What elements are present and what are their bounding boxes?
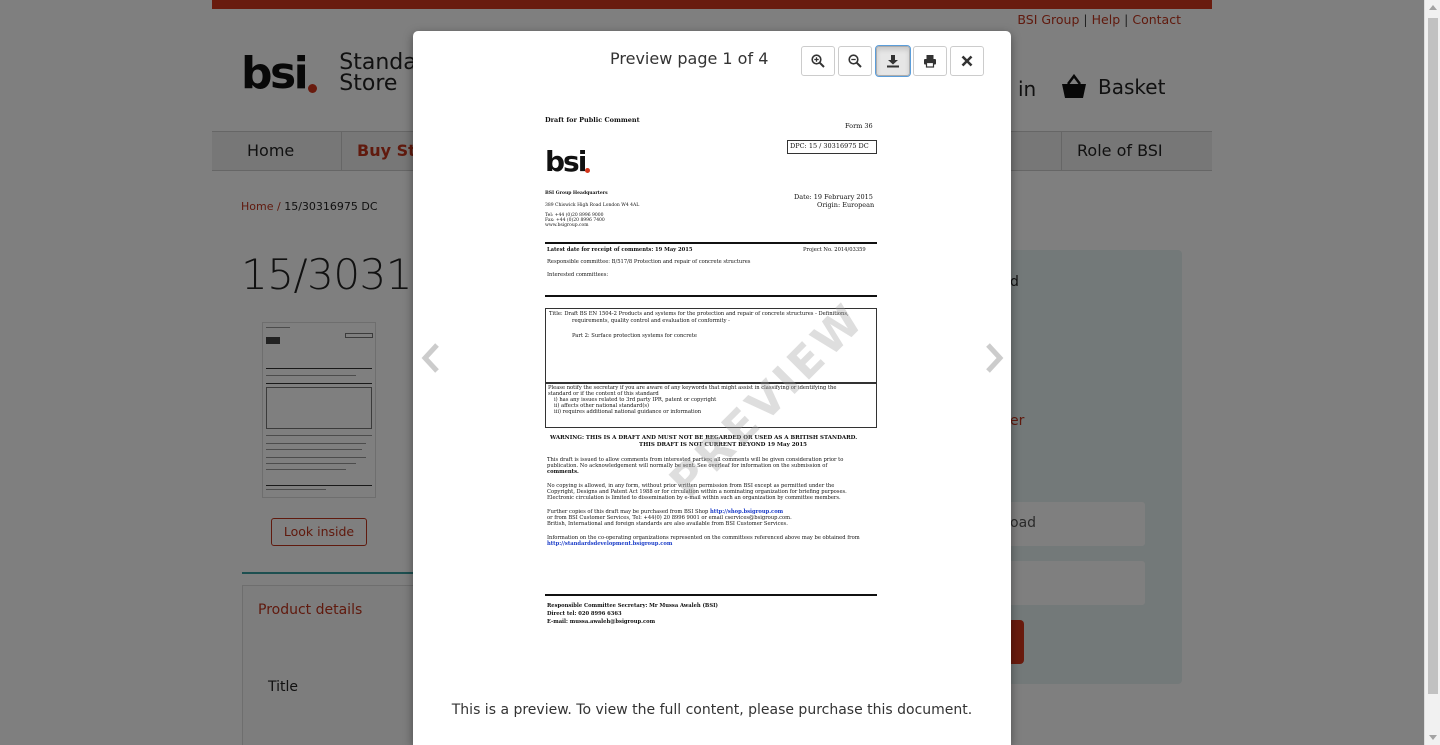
zoom-in-icon — [811, 54, 825, 68]
doc-rule — [545, 295, 877, 297]
print-button[interactable] — [913, 46, 947, 76]
doc-secretary: Responsible Committee Secretary: Mr Muss… — [547, 603, 718, 609]
doc-web: www.bsigroup.com — [545, 223, 589, 228]
doc-notify-line: iii) requires additional national guidan… — [554, 409, 702, 415]
close-icon — [961, 55, 973, 67]
doc-email: E-mail: mussa.awaleh@bsigroup.com — [547, 619, 656, 625]
close-button[interactable] — [950, 46, 984, 76]
doc-latest-date: Latest date for receipt of comments: 19 … — [547, 247, 693, 253]
doc-date: Date: 19 February 2015 — [794, 193, 873, 201]
doc-title-line: Part 2: Surface protection systems for c… — [572, 333, 697, 339]
preview-modal: Preview page 1 of 4 Draft for Public Com… — [413, 31, 1011, 745]
print-icon — [924, 55, 936, 68]
doc-standards-link[interactable]: http://standardsdevelopment.bsigroup.com — [547, 541, 672, 548]
doc-rule — [545, 594, 877, 596]
doc-dpc-number: DPC: 15 / 30316975 DC — [790, 142, 869, 150]
preview-title: Preview page 1 of 4 — [610, 49, 769, 68]
download-button[interactable] — [875, 45, 911, 77]
zoom-in-button[interactable] — [801, 46, 835, 76]
doc-para: comments. — [547, 469, 579, 475]
doc-form-number: Form 36 — [845, 122, 873, 130]
next-page-button[interactable] — [984, 343, 1004, 377]
zoom-out-icon — [848, 54, 862, 68]
preview-footer-note: This is a preview. To view the full cont… — [451, 702, 973, 718]
scroll-up-icon[interactable] — [1429, 5, 1437, 10]
download-icon — [887, 55, 899, 68]
scroll-down-icon[interactable] — [1429, 735, 1437, 740]
doc-direct-tel: Direct tel: 020 8996 6363 — [547, 611, 622, 617]
doc-title-line: requirements, quality control and evalua… — [572, 318, 730, 324]
page-scrollbar[interactable] — [1424, 0, 1440, 745]
doc-dpc-box: DPC: 15 / 30316975 DC — [787, 140, 877, 154]
doc-address: 389 Chiswick High Road London W4 4AL — [545, 203, 640, 208]
zoom-out-button[interactable] — [838, 46, 872, 76]
doc-para: British, International and foreign stand… — [547, 521, 788, 527]
previous-page-button[interactable] — [421, 343, 441, 377]
chevron-left-icon — [421, 343, 439, 373]
doc-project-no: Project No. 2014/03359 — [803, 247, 866, 253]
preview-document-page: Draft for Public Comment Form 36 bsi DPC… — [541, 113, 881, 643]
doc-origin: Origin: European — [817, 201, 875, 209]
doc-interested: Interested committees: — [547, 272, 609, 278]
doc-bsi-logo: bsi — [545, 145, 587, 178]
doc-hq: BSI Group Headquarters — [545, 191, 608, 196]
scrollbar-thumb[interactable] — [1428, 18, 1438, 694]
doc-title-line: Title: Draft BS EN 1504-2 Products and s… — [549, 311, 849, 317]
doc-rule — [545, 242, 877, 244]
doc-draft-label: Draft for Public Comment — [545, 116, 640, 124]
doc-logo-dot — [585, 168, 590, 173]
chevron-right-icon — [986, 343, 1004, 373]
doc-committee: Responsible committee: B/517/8 Protectio… — [547, 259, 751, 265]
